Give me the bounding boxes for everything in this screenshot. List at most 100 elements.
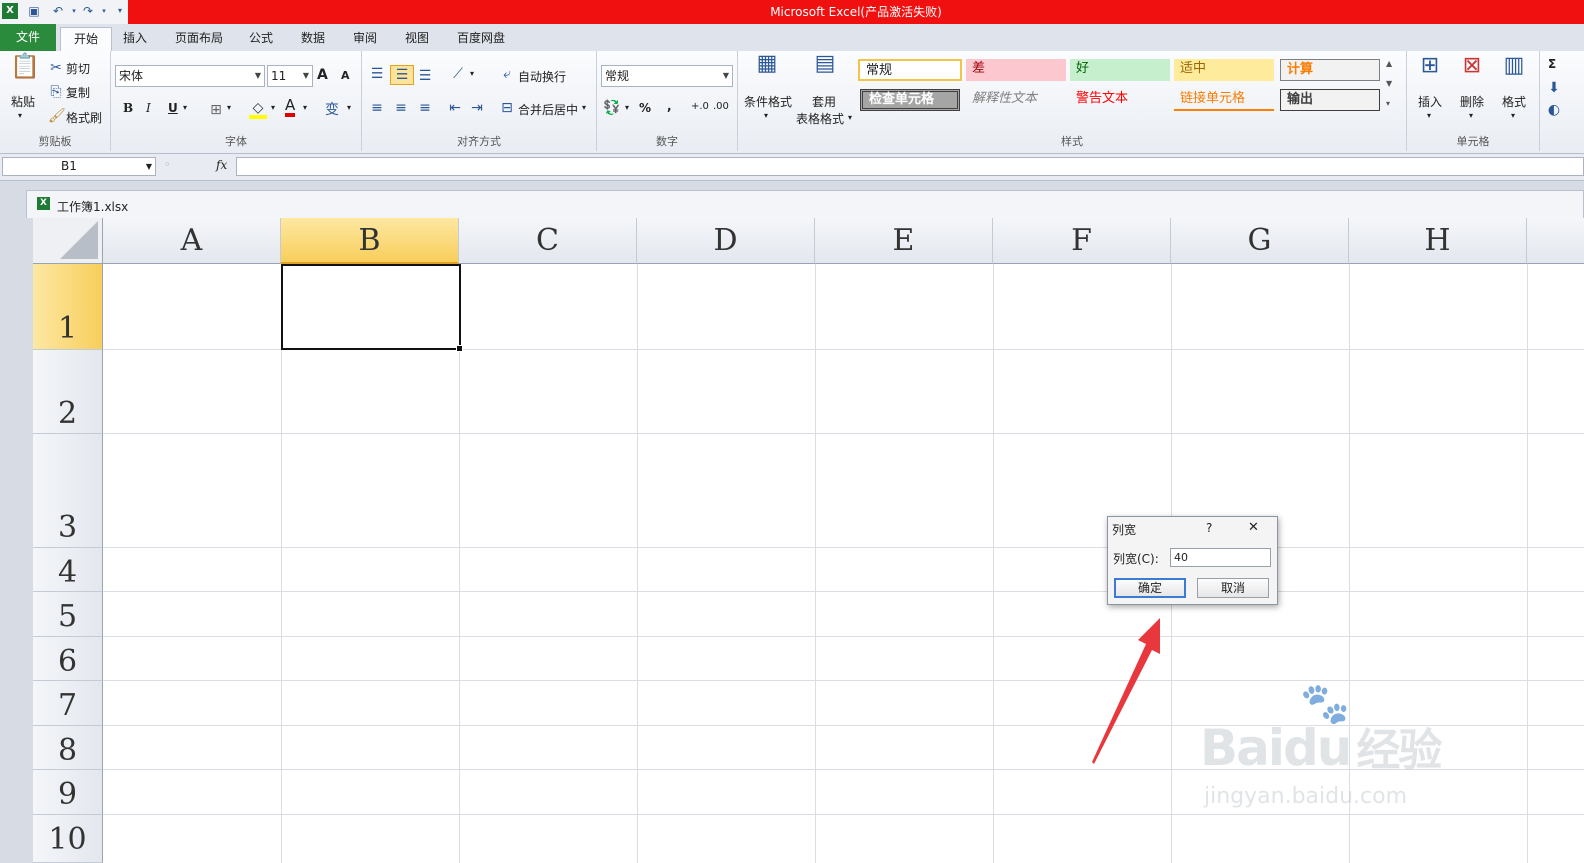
column-header-partial[interactable]: [1527, 218, 1584, 264]
delete-dropdown-icon[interactable]: ▾: [1469, 111, 1473, 120]
fill-icon[interactable]: ⬇: [1546, 79, 1562, 97]
currency-icon[interactable]: 💱: [603, 99, 621, 117]
phonetic-dropdown-icon[interactable]: ▾: [347, 103, 351, 112]
row-header-3[interactable]: 3: [33, 434, 103, 548]
dialog-close-button[interactable]: ✕: [1248, 520, 1259, 535]
style-good[interactable]: 好: [1070, 59, 1170, 81]
orientation-icon[interactable]: ⟋: [448, 65, 468, 83]
italic-button[interactable]: I: [146, 101, 151, 115]
style-bad[interactable]: 差: [966, 59, 1066, 81]
row-header-9[interactable]: 9: [33, 770, 103, 815]
redo-icon[interactable]: ↷: [80, 3, 96, 19]
tab-formulas[interactable]: 公式: [240, 27, 282, 50]
tab-data[interactable]: 数据: [292, 27, 334, 50]
align-top-icon[interactable]: ☰: [368, 65, 386, 83]
column-header-e[interactable]: E: [815, 218, 993, 264]
delete-cells-icon[interactable]: ⊠: [1457, 55, 1487, 87]
bold-button[interactable]: B: [123, 101, 133, 115]
name-box[interactable]: B1 ▼: [2, 157, 156, 176]
name-box-dropdown-icon[interactable]: ▼: [146, 158, 152, 175]
tab-insert[interactable]: 插入: [114, 27, 156, 50]
formula-bar-resize-icon[interactable]: ◦: [164, 158, 171, 171]
copy-button[interactable]: 复制: [66, 84, 90, 101]
increase-indent-icon[interactable]: ⇥: [468, 99, 486, 117]
column-header-a[interactable]: A: [103, 218, 281, 264]
percent-button[interactable]: %: [639, 101, 651, 115]
column-header-c[interactable]: C: [459, 218, 637, 264]
redo-dropdown-icon[interactable]: ▾: [96, 3, 112, 19]
selected-cell-b1[interactable]: [281, 264, 463, 352]
row-header-5[interactable]: 5: [33, 592, 103, 637]
align-bottom-icon[interactable]: ☰: [416, 67, 434, 85]
save-icon[interactable]: ▣: [26, 3, 42, 19]
formula-input[interactable]: [236, 157, 1584, 176]
style-check-cell[interactable]: 检查单元格: [860, 89, 960, 111]
autosum-button[interactable]: Σ: [1548, 57, 1556, 71]
merge-center-icon[interactable]: ⊟: [498, 99, 516, 117]
excel-logo-icon[interactable]: X: [2, 3, 18, 19]
row-header-7[interactable]: 7: [33, 681, 103, 726]
style-calculation[interactable]: 计算: [1280, 59, 1380, 81]
fill-color-icon[interactable]: ◇: [249, 99, 267, 119]
comma-button[interactable]: ,: [667, 99, 672, 113]
style-linked-cell[interactable]: 链接单元格: [1174, 89, 1274, 111]
tab-home[interactable]: 开始: [60, 27, 112, 52]
copy-icon[interactable]: ⎘: [48, 83, 64, 101]
styles-scroll-down-icon[interactable]: ▼: [1386, 79, 1392, 88]
merge-dropdown-icon[interactable]: ▾: [582, 103, 586, 112]
format-painter-icon[interactable]: 🖌: [48, 107, 66, 125]
table-format-button-line1[interactable]: 套用: [812, 93, 836, 110]
styles-scroll-up-icon[interactable]: ▲: [1386, 59, 1392, 68]
row-header-2[interactable]: 2: [33, 350, 103, 434]
tab-review[interactable]: 审阅: [344, 27, 386, 50]
style-warning[interactable]: 警告文本: [1070, 89, 1170, 111]
row-header-4[interactable]: 4: [33, 548, 103, 592]
column-header-f[interactable]: F: [993, 218, 1171, 264]
align-right-icon[interactable]: ≡: [416, 99, 434, 117]
column-width-input[interactable]: 40: [1170, 548, 1271, 567]
phonetic-button[interactable]: 变: [325, 99, 339, 119]
tab-view[interactable]: 视图: [396, 27, 438, 50]
row-header-8[interactable]: 8: [33, 726, 103, 770]
ok-button[interactable]: 确定: [1114, 578, 1186, 598]
tab-baidu-netdisk[interactable]: 百度网盘: [448, 27, 514, 50]
tab-file[interactable]: 文件: [0, 24, 56, 51]
cut-button[interactable]: 剪切: [66, 60, 90, 77]
grow-font-button[interactable]: A: [317, 67, 328, 83]
column-header-g[interactable]: G: [1171, 218, 1349, 264]
border-icon[interactable]: ⊞: [207, 101, 225, 119]
wrap-text-button[interactable]: 自动换行: [518, 68, 566, 85]
table-format-button-line2[interactable]: 表格格式: [796, 110, 844, 127]
wrap-text-icon[interactable]: ⤶: [498, 65, 516, 83]
table-format-dropdown-icon[interactable]: ▾: [848, 113, 852, 122]
border-dropdown-icon[interactable]: ▾: [227, 103, 231, 112]
clear-icon[interactable]: ◐: [1546, 101, 1562, 119]
fill-color-dropdown-icon[interactable]: ▾: [271, 103, 275, 112]
decrease-decimal-button[interactable]: .00: [713, 101, 729, 112]
number-format-select[interactable]: 常规 ▼: [601, 65, 733, 87]
insert-cells-button[interactable]: 插入: [1418, 93, 1442, 110]
format-cells-button[interactable]: 格式: [1502, 93, 1526, 110]
paste-button[interactable]: 粘贴: [11, 93, 35, 110]
row-header-6[interactable]: 6: [33, 637, 103, 681]
paste-dropdown-icon[interactable]: ▾: [18, 111, 22, 120]
merge-center-button[interactable]: 合并后居中: [518, 101, 578, 118]
fill-handle[interactable]: [456, 345, 463, 352]
delete-cells-button[interactable]: 删除: [1460, 93, 1484, 110]
currency-dropdown-icon[interactable]: ▾: [625, 103, 629, 112]
conditional-format-button[interactable]: 条件格式: [744, 93, 792, 110]
font-size-select[interactable]: 11 ▼: [267, 65, 313, 87]
underline-button[interactable]: U: [168, 101, 178, 115]
undo-icon[interactable]: ↶: [50, 3, 66, 19]
increase-decimal-button[interactable]: +.0: [691, 101, 709, 112]
format-painter-button[interactable]: 格式刷: [66, 109, 102, 126]
table-format-icon[interactable]: ▤: [810, 53, 840, 85]
shrink-font-button[interactable]: A: [341, 69, 350, 82]
insert-dropdown-icon[interactable]: ▾: [1427, 111, 1431, 120]
insert-function-button[interactable]: fx: [216, 158, 227, 172]
cancel-button[interactable]: 取消: [1197, 578, 1269, 598]
align-center-icon[interactable]: ≡: [392, 99, 410, 117]
customize-qat-icon[interactable]: ▾: [112, 3, 128, 19]
conditional-format-dropdown-icon[interactable]: ▾: [764, 111, 768, 120]
decrease-indent-icon[interactable]: ⇤: [446, 99, 464, 117]
